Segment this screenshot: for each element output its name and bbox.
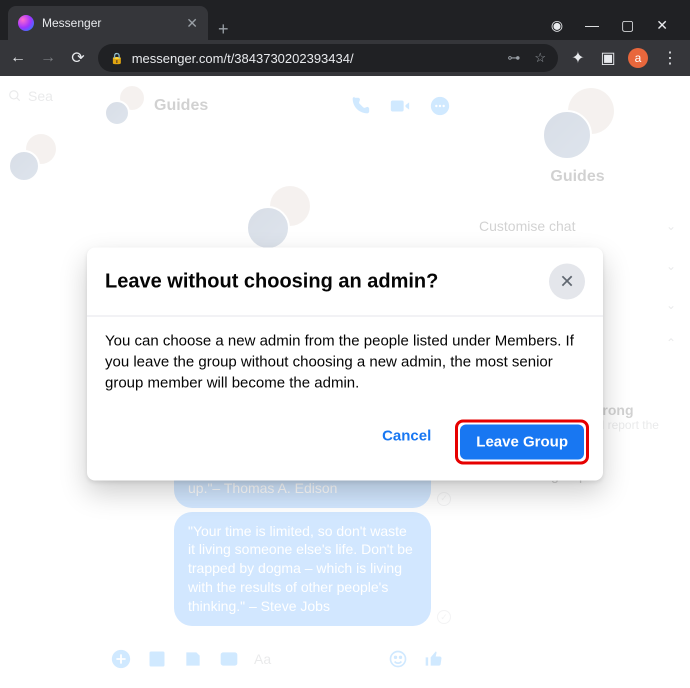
minimize-icon[interactable]: — xyxy=(585,17,599,34)
messenger-favicon xyxy=(18,15,34,31)
url-text: messenger.com/t/3843730202393434/ xyxy=(132,51,354,66)
cancel-button[interactable]: Cancel xyxy=(368,420,445,465)
tab-strip: Messenger ✕ + ◉ — ▢ ✕ xyxy=(0,0,690,40)
browser-chrome: Messenger ✕ + ◉ — ▢ ✕ ← → ⟳ 🔒 messenger.… xyxy=(0,0,690,76)
browser-menu-icon[interactable]: ⋮ xyxy=(658,48,682,68)
window-controls: ◉ — ▢ ✕ xyxy=(551,17,682,40)
leave-group-button[interactable]: Leave Group xyxy=(460,425,584,460)
modal-body: You can choose a new admin from the peop… xyxy=(87,317,603,408)
maximize-icon[interactable]: ▢ xyxy=(621,17,634,34)
close-tab-icon[interactable]: ✕ xyxy=(186,15,198,32)
highlight-annotation: Leave Group xyxy=(455,420,589,465)
tab-title: Messenger xyxy=(42,16,101,30)
browser-toolbar: ← → ⟳ 🔒 messenger.com/t/3843730202393434… xyxy=(0,40,690,76)
profile-avatar[interactable]: a xyxy=(628,48,648,68)
lock-icon: 🔒 xyxy=(110,52,124,65)
modal-title: Leave without choosing an admin? xyxy=(105,270,438,293)
extensions-icon[interactable]: ✦ xyxy=(568,48,588,68)
back-button[interactable]: ← xyxy=(8,49,28,67)
incognito-icon: ◉ xyxy=(551,17,563,34)
forward-button: → xyxy=(38,49,58,67)
browser-tab[interactable]: Messenger ✕ xyxy=(8,6,208,40)
close-modal-button[interactable]: ✕ xyxy=(549,264,585,300)
bookmark-star-icon[interactable]: ☆ xyxy=(534,50,546,66)
reload-button[interactable]: ⟳ xyxy=(68,48,88,68)
new-tab-button[interactable]: + xyxy=(208,19,239,40)
close-window-icon[interactable]: ✕ xyxy=(656,17,668,34)
leave-admin-modal: Leave without choosing an admin? ✕ You c… xyxy=(87,248,603,481)
address-bar[interactable]: 🔒 messenger.com/t/3843730202393434/ ⊶ ☆ xyxy=(98,44,558,72)
cast-icon[interactable]: ▣ xyxy=(598,48,618,68)
key-icon[interactable]: ⊶ xyxy=(507,50,520,66)
